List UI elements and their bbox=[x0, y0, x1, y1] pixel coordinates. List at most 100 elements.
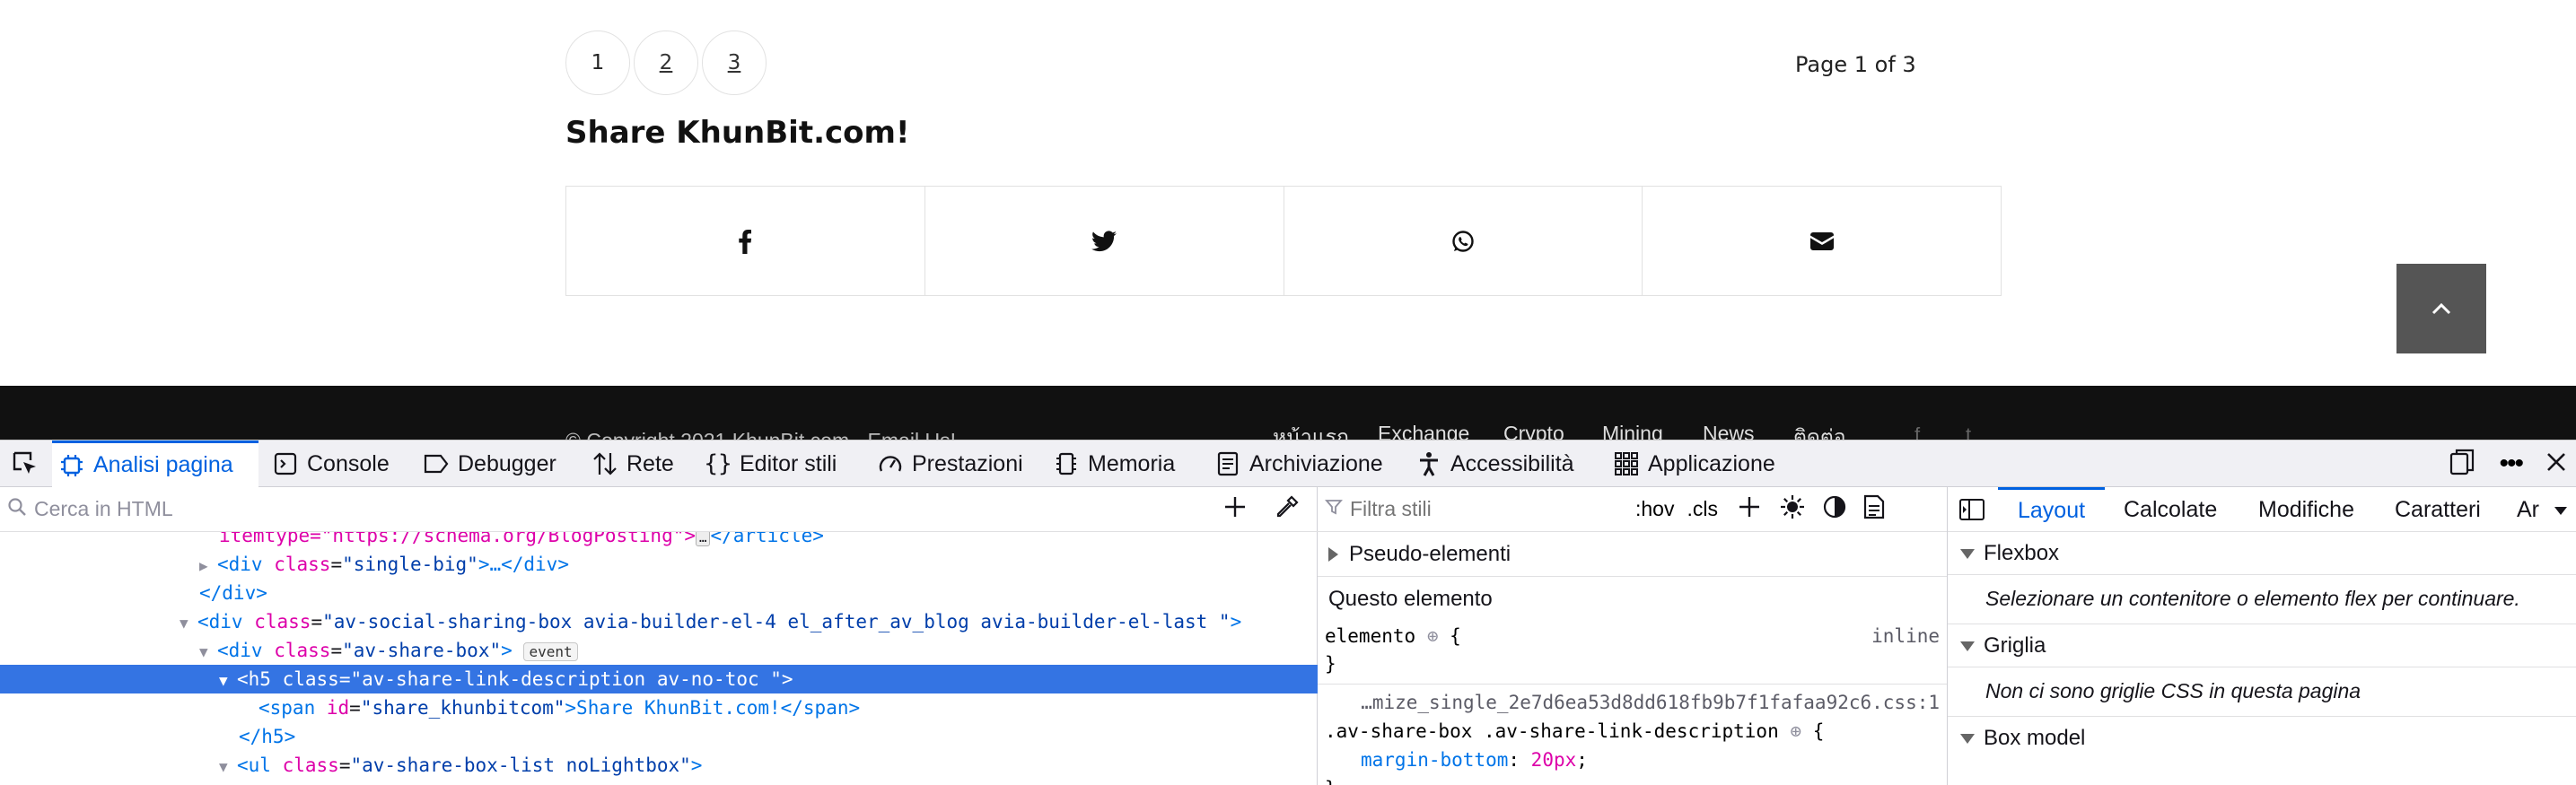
flexbox-section-header[interactable]: Flexbox bbox=[1948, 532, 2576, 575]
event-badge[interactable]: event bbox=[523, 642, 578, 661]
markup-line[interactable]: ▼ <ul class="av-share-box-list noLightbox… bbox=[0, 751, 1318, 780]
eyedropper-icon[interactable] bbox=[1275, 494, 1300, 524]
split-pane-icon[interactable] bbox=[1958, 498, 1985, 526]
markup-attr: class bbox=[282, 754, 339, 776]
debugger-icon bbox=[424, 451, 449, 476]
markup-line[interactable]: ▼ <div class="av-social-sharing-box avia-… bbox=[0, 607, 1318, 636]
share-whatsapp-button[interactable] bbox=[1284, 187, 1643, 295]
grid-section-header[interactable]: Griglia bbox=[1948, 624, 2576, 667]
tab-animations[interactable]: Ar bbox=[2517, 487, 2539, 532]
filter-icon bbox=[1325, 497, 1343, 521]
tab-layout[interactable]: Layout bbox=[1998, 487, 2106, 532]
pagination-page-1[interactable]: 1 bbox=[565, 31, 630, 95]
markup-line[interactable]: </h5> bbox=[0, 722, 1318, 751]
markup-tree: itemtype="https://schema.org/BlogPosting… bbox=[0, 532, 1318, 785]
footer-facebook-icon[interactable]: f bbox=[1914, 423, 1920, 440]
collapse-arrow-icon[interactable]: ▼ bbox=[219, 753, 237, 781]
tab-network[interactable]: Rete bbox=[585, 440, 681, 487]
tab-debugger-label: Debugger bbox=[458, 450, 556, 476]
footer-nav-crypto[interactable]: Crypto bbox=[1503, 422, 1564, 440]
share-facebook-button[interactable] bbox=[566, 187, 925, 295]
pseudo-elements-section[interactable]: Pseudo-elementi bbox=[1318, 532, 1947, 577]
devtools-toolbar: Analisi pagina Console Debugger Rete {} … bbox=[0, 440, 2576, 487]
pagination-status: Page 1 of 3 bbox=[1795, 52, 1916, 77]
box-model-section-header[interactable]: Box model bbox=[1948, 717, 2576, 760]
tab-storage-label: Archiviazione bbox=[1249, 450, 1383, 476]
inline-source-label: inline bbox=[1871, 625, 1940, 647]
filter-styles-input[interactable] bbox=[1343, 496, 1630, 522]
element-picker-icon bbox=[13, 451, 36, 474]
pagination-page-3[interactable]: 3 bbox=[702, 31, 767, 95]
markup-pane: itemtype="https://schema.org/BlogPosting… bbox=[0, 487, 1318, 785]
cls-toggle[interactable]: .cls bbox=[1687, 497, 1718, 521]
light-theme-icon[interactable] bbox=[1779, 493, 1806, 526]
tab-inspector[interactable]: Analisi pagina bbox=[52, 440, 258, 487]
dock-toggle-icon[interactable] bbox=[2449, 449, 2475, 480]
collapse-arrow-icon[interactable]: ▼ bbox=[219, 667, 237, 695]
tab-accessibility-label: Accessibilità bbox=[1450, 450, 1574, 476]
rules-pane: :hov .cls Pseudo-elementi Questo element… bbox=[1318, 487, 1948, 785]
markup-line[interactable]: ▶ <div class="single-big">…</div> bbox=[0, 550, 1318, 579]
markup-tag: <div bbox=[197, 611, 243, 632]
markup-close-tag: </div> bbox=[199, 582, 267, 604]
collapse-arrow-icon[interactable]: ▼ bbox=[199, 638, 217, 667]
tab-computed[interactable]: Calcolate bbox=[2124, 487, 2217, 532]
markup-value: "av-social-sharing-box avia-builder-el-4… bbox=[322, 611, 1231, 632]
application-icon bbox=[1614, 451, 1639, 476]
expand-arrow-icon[interactable]: ▶ bbox=[199, 552, 217, 580]
scroll-to-top-button[interactable] bbox=[2396, 264, 2486, 353]
tab-debugger[interactable]: Debugger bbox=[416, 440, 564, 487]
footer-nav-exchange[interactable]: Exchange bbox=[1378, 422, 1469, 440]
markup-line[interactable]: <span id="share_khunbitcom">Share KhunBi… bbox=[0, 693, 1318, 722]
pagination-page-2[interactable]: 2 bbox=[634, 31, 698, 95]
footer-nav-news[interactable]: News bbox=[1703, 422, 1755, 440]
footer-nav-mining[interactable]: Mining bbox=[1602, 422, 1663, 440]
add-node-icon[interactable] bbox=[1222, 494, 1248, 524]
collapsed-dots[interactable]: … bbox=[696, 532, 711, 546]
tab-application[interactable]: Applicazione bbox=[1607, 440, 1783, 487]
close-icon[interactable] bbox=[2545, 451, 2567, 477]
hov-toggle[interactable]: :hov bbox=[1635, 497, 1674, 521]
html-search-input[interactable] bbox=[27, 496, 1194, 522]
element-picker-button[interactable] bbox=[0, 440, 50, 487]
tab-performance[interactable]: Prestazioni bbox=[871, 440, 1030, 487]
tab-accessibility[interactable]: Accessibilità bbox=[1409, 440, 1582, 487]
dark-theme-icon[interactable] bbox=[1822, 494, 1847, 525]
collapse-arrow-icon[interactable]: ▼ bbox=[180, 609, 197, 638]
css-property-value[interactable]: 20px bbox=[1531, 749, 1577, 771]
add-rule-icon[interactable] bbox=[1738, 495, 1761, 524]
markup-line-selected[interactable]: ▼ <h5 class="av-share-link-description av… bbox=[0, 665, 1318, 693]
inspector-icon bbox=[59, 453, 84, 478]
markup-value: "av-share-box" bbox=[342, 640, 502, 661]
markup-tag-end: >…</div> bbox=[478, 554, 569, 575]
markup-line[interactable]: itemtype="https://schema.org/BlogPosting… bbox=[0, 532, 1318, 550]
storage-icon bbox=[1215, 451, 1240, 476]
gear-icon[interactable]: ⊕ bbox=[1427, 625, 1439, 647]
share-box bbox=[565, 186, 2002, 296]
gear-icon[interactable]: ⊕ bbox=[1790, 720, 1801, 742]
this-element-header: Questo elemento bbox=[1318, 577, 1947, 622]
tab-style-editor[interactable]: {} Editor stili bbox=[698, 440, 844, 487]
sidebar-tabs: Layout Calcolate Modifiche Caratteri Ar bbox=[1948, 487, 2576, 532]
print-media-icon[interactable] bbox=[1863, 494, 1885, 525]
tab-memory[interactable]: Memoria bbox=[1047, 440, 1182, 487]
tab-changes[interactable]: Modifiche bbox=[2258, 487, 2354, 532]
collapse-arrow-icon bbox=[1960, 549, 1975, 560]
share-mail-button[interactable] bbox=[1643, 187, 2001, 295]
tab-fonts[interactable]: Caratteri bbox=[2395, 487, 2481, 532]
footer-nav-contact[interactable]: ติดต่อ bbox=[1793, 422, 1846, 440]
chevron-down-icon[interactable] bbox=[2554, 507, 2567, 515]
tab-console[interactable]: Console bbox=[266, 440, 397, 487]
markup-line[interactable]: ▼ <div class="av-share-box"> event bbox=[0, 636, 1318, 665]
markup-line[interactable]: </div> bbox=[0, 579, 1318, 607]
mail-icon bbox=[1809, 231, 1834, 250]
share-twitter-button[interactable] bbox=[925, 187, 1284, 295]
footer-nav-home[interactable]: หน้าแรก bbox=[1273, 422, 1349, 440]
more-options-icon[interactable]: ••• bbox=[2499, 449, 2523, 479]
footer-twitter-icon[interactable]: t bbox=[1966, 423, 1971, 440]
pseudo-elements-label: Pseudo-elementi bbox=[1349, 541, 1511, 566]
css-property-name[interactable]: margin-bottom bbox=[1361, 749, 1508, 771]
rule-source-link[interactable]: …mize_single_2e7d6ea53d8dd618fb9b7f1fafa… bbox=[1325, 688, 1940, 717]
tab-storage[interactable]: Archiviazione bbox=[1208, 440, 1390, 487]
share-title: Share KhunBit.com! bbox=[565, 115, 910, 151]
